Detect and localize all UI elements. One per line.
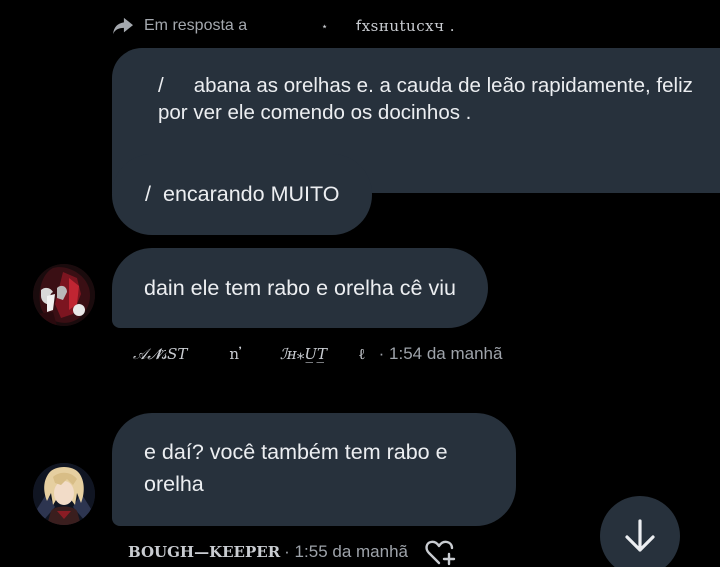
display-name[interactable]: BOUGH—KEEPER [128, 543, 280, 561]
timestamp: · 1:54 da manhã [378, 344, 503, 363]
message-slash: / [158, 74, 164, 97]
display-name-part[interactable]: ℐʜ⁎U̲T̲ [280, 345, 327, 363]
message-meta: 𝒜𝓝̈𝓈ST n ̓ ℐʜ⁎U̲T̲ ℓ · 1:54 da manhã [133, 341, 502, 367]
avatar[interactable] [33, 264, 95, 326]
reply-star: ⋆ [321, 20, 329, 33]
avatar-image [33, 264, 95, 326]
reply-header[interactable]: Em resposta a ⋆ ꬵxsʜutucxч . [112, 14, 455, 38]
heart-plus-icon[interactable] [424, 538, 456, 566]
message-bubble[interactable]: dain ele tem rabo e orelha cê viu [112, 248, 488, 328]
message-bubble[interactable]: e daí? você também tem rabo e orelha [112, 413, 516, 526]
timestamp: · 1:55 da manhã [284, 542, 408, 561]
chat-screen: Em resposta a ⋆ ꬵxsʜutucxч . / abana as o… [0, 0, 720, 567]
scroll-to-bottom-button[interactable] [600, 496, 680, 567]
arrow-down-icon [625, 519, 655, 552]
reply-label: Em resposta a [144, 17, 248, 34]
avatar-image [33, 463, 95, 525]
message-slash: / [145, 182, 151, 207]
display-name-part[interactable]: 𝒜𝓝̈𝓈ST [133, 345, 187, 363]
message-meta: BOUGH—KEEPER · 1:55 da manhã [128, 538, 456, 566]
reply-arrow-icon [113, 17, 133, 35]
message-line: e daí? você também tem rabo e [144, 440, 448, 464]
reply-username[interactable]: ꬵxsʜutucxч . [356, 16, 455, 36]
display-name-part[interactable]: ℓ [359, 345, 365, 364]
display-name-part[interactable]: n ̓ [229, 345, 243, 363]
message-text: dain ele tem rabo e orelha cê viu [144, 275, 456, 300]
avatar[interactable] [33, 463, 95, 525]
message-line: orelha [144, 472, 204, 496]
message-text: encarando MUITO [162, 182, 340, 207]
message-line: / abana as orelhas e. a cauda de leão rap… [158, 72, 720, 99]
message-text: abana as orelhas e. a cauda de leão rapi… [193, 74, 693, 97]
message-line: por ver ele comendo os docinhos . [158, 101, 472, 124]
message-bubble[interactable]: / encarando MUITO [112, 154, 373, 235]
